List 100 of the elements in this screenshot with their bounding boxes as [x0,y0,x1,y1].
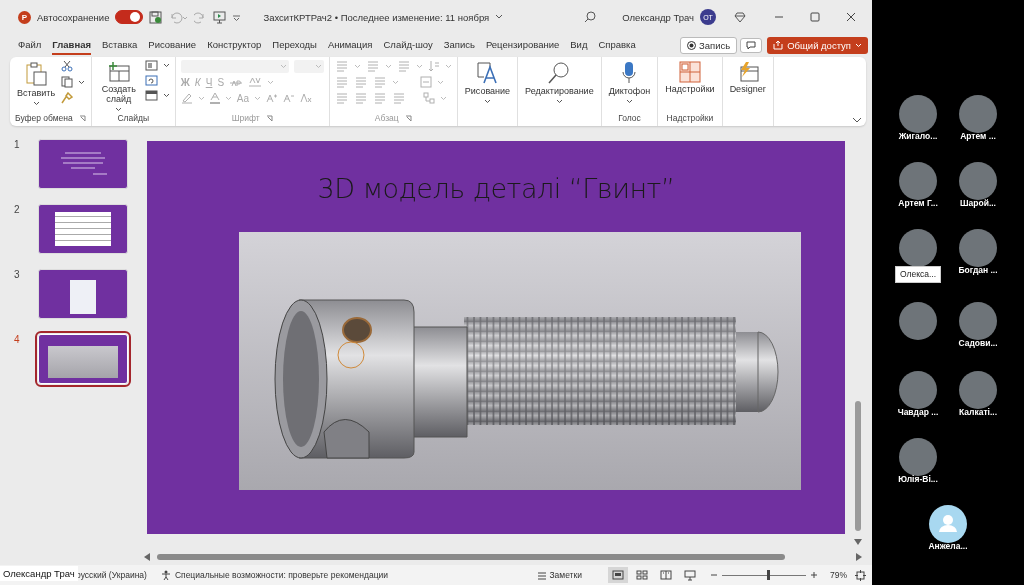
drawing-button[interactable]: Рисование [462,60,513,105]
new-slide-button[interactable]: Создать слайд [96,60,141,113]
character-spacing-icon[interactable] [248,77,263,88]
customize-icon[interactable] [232,12,242,22]
dictate-button[interactable]: Диктофон [606,60,653,105]
participant-name: Шарой... [959,197,997,210]
dialog-launcher-icon[interactable] [78,114,86,122]
strikethrough-icon[interactable] [229,77,244,88]
dialog-launcher-icon[interactable] [265,114,273,122]
avatar-silhouette-icon [929,505,967,543]
fit-to-window-icon[interactable] [855,569,866,581]
scroll-down-icon[interactable] [854,539,862,545]
zoom-out-icon[interactable] [710,571,718,579]
add-ins-icon [678,61,701,83]
layout-icon[interactable] [144,60,158,71]
scroll-left-icon[interactable] [144,553,150,561]
accessibility-status[interactable]: Специальные возможности: проверьте рекомендации [174,570,389,580]
autosave-toggle[interactable] [115,10,144,24]
diamond-icon[interactable] [734,11,746,23]
caret-icon [415,63,423,69]
presentation-icon[interactable] [213,10,227,24]
slide-thumbnail[interactable] [38,204,128,254]
font-color-icon[interactable] [209,92,220,104]
zoom-in-icon[interactable] [810,571,818,579]
slide-thumbnail[interactable] [38,139,128,189]
maximize-icon[interactable] [810,12,820,22]
avatar-photo-placeholder [959,229,997,267]
record-button[interactable]: Запись [680,36,738,54]
zoom-slider-thumb[interactable] [767,570,771,580]
text-direction-icon[interactable] [427,60,440,72]
accessibility-icon[interactable] [160,570,171,580]
participant-name: Артем ... [959,130,997,143]
caret-icon [78,79,86,85]
reading-view-icon [660,569,672,581]
slide-number: 3 [13,269,21,280]
reset-icon[interactable] [144,75,158,86]
normal-view-icon [612,569,624,581]
notes-button[interactable]: Заметки [537,570,582,580]
ribbon-tab[interactable]: Справка [598,35,636,55]
caret-icon [279,64,287,69]
participant-name: Жигало... [897,130,939,143]
caret-icon [483,98,491,104]
new-slide-icon [106,61,131,83]
ribbon-tab[interactable]: Переходы [272,35,317,55]
add-ins-button[interactable]: Надстройки [663,60,717,96]
section-icon[interactable] [144,90,158,101]
ribbon-tab[interactable]: Слайд-шоу [383,35,433,55]
ribbon-tab[interactable]: Запись [443,35,475,55]
caret-icon [439,95,447,101]
caret-icon [162,63,170,68]
group-label: Голос [618,113,641,123]
avatar-photo-placeholder [899,95,937,133]
language-status[interactable]: русский (Украина) [76,570,147,580]
caret-icon [254,95,261,101]
avatar-photo-placeholder [899,438,937,476]
participant-name: Чавдар ... [896,406,940,419]
comments-button[interactable] [740,37,763,53]
clipboard-icon [24,61,49,87]
undo-icon[interactable] [168,10,189,24]
normal-view-button[interactable] [608,567,628,583]
scissors-icon[interactable] [61,60,74,72]
share-button[interactable]: Общий доступ [767,36,868,54]
shrink-font-icon[interactable] [283,93,295,103]
scroll-right-icon[interactable] [856,553,862,561]
ribbon-tab[interactable]: Вставка [102,35,138,55]
dialog-launcher-icon[interactable] [404,114,412,122]
zoom-level[interactable]: 79% [830,570,847,580]
ribbon-tab[interactable]: Главная [52,35,91,55]
ribbon-tab[interactable]: Файл [18,35,42,55]
close-icon[interactable] [846,12,856,22]
slide-number: 1 [13,139,21,150]
drawing-preview [55,212,111,246]
caret-icon [197,95,205,101]
group-label: Надстройки [666,113,714,123]
user-name: Олександр Трач [622,11,694,23]
copy-icon[interactable] [61,76,74,88]
ribbon-tab[interactable]: Рецензирование [485,35,560,55]
slide-thumbnail[interactable] [38,269,128,319]
ribbon-tab[interactable]: Анимация [327,35,373,55]
participant-name: Юлія-Ві... [897,473,939,486]
grow-font-icon[interactable] [266,93,278,103]
participant-name: Садови... [957,337,999,350]
ribbon-tab[interactable]: Рисование [148,35,197,55]
ribbon-tab[interactable]: Конструктор [207,35,262,55]
avatar-photo-placeholder [899,162,937,200]
ribbon-tab[interactable]: Вид [570,35,588,55]
record-icon [687,40,696,50]
chevron-down-icon[interactable] [495,14,504,20]
collapse-ribbon-icon[interactable] [852,117,862,123]
vertical-scrollbar[interactable] [855,401,861,531]
format-painter-icon[interactable] [61,92,74,104]
save-icon[interactable] [149,10,163,24]
caret-icon [444,63,452,69]
horizontal-scrollbar[interactable] [157,554,785,560]
search-icon[interactable] [584,11,597,23]
clear-formatting-icon[interactable] [300,92,312,104]
designer-button[interactable]: Designer [727,60,768,96]
editing-button[interactable]: Редактирование [523,60,596,105]
highlighter-icon[interactable] [180,92,193,104]
paste-button[interactable]: Вставить [15,60,58,107]
